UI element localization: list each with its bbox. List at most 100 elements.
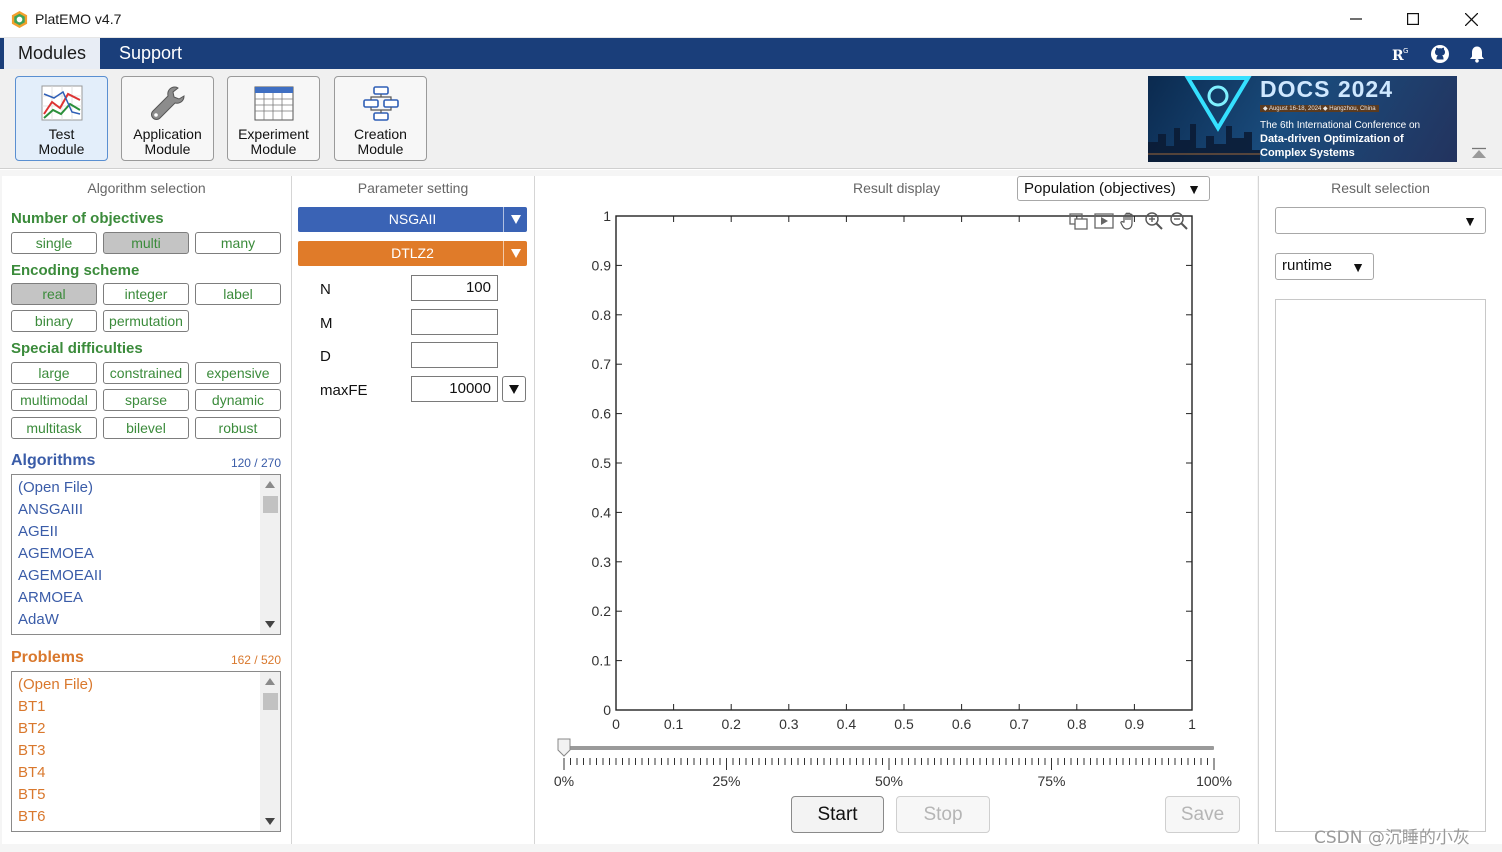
problems-list[interactable]: (Open File) BT1 BT2 BT3 BT4 BT5 BT6 (11, 671, 281, 832)
scrollbar-thumb[interactable] (263, 496, 278, 513)
tag-multitask[interactable]: multitask (11, 417, 97, 439)
tag-many[interactable]: many (195, 232, 281, 254)
zoom-in-icon[interactable] (1143, 211, 1165, 231)
play-figure-icon[interactable] (1093, 211, 1115, 231)
slider-handle[interactable] (557, 738, 571, 757)
menu-modules[interactable]: Modules (4, 38, 100, 69)
researchgate-button[interactable]: RG (1388, 42, 1414, 65)
menu-bar: Modules Support RG (0, 38, 1502, 69)
metric-result-area[interactable] (1275, 299, 1486, 832)
x-tick-label: 0.1 (664, 716, 684, 732)
test-module-button[interactable]: Test Module (15, 76, 108, 161)
minimize-button[interactable] (1327, 0, 1385, 38)
x-tick-label: 1 (1188, 716, 1196, 732)
x-tick-label: 0 (612, 716, 620, 732)
metric-dropdown[interactable]: runtime ▼ (1275, 253, 1374, 280)
scroll-up-arrow-icon[interactable] (265, 678, 275, 685)
list-item[interactable]: AGEII (18, 523, 58, 540)
scroll-up-arrow-icon[interactable] (265, 481, 275, 488)
tag-multi[interactable]: multi (103, 232, 189, 254)
list-item[interactable]: BT4 (18, 764, 46, 781)
experiment-module-label: Experiment Module (238, 126, 309, 157)
tag-binary[interactable]: binary (11, 310, 97, 332)
chevron-down-icon: ▼ (1351, 259, 1365, 275)
test-module-label: Test Module (38, 126, 85, 157)
tag-expensive[interactable]: expensive (195, 362, 281, 384)
parameter-setting-title: Parameter setting (357, 180, 469, 196)
tag-robust[interactable]: robust (195, 417, 281, 439)
zoom-out-icon[interactable] (1168, 211, 1190, 231)
algorithms-scrollbar[interactable] (260, 475, 280, 634)
result-plot[interactable]: 0 0.1 0.2 0.3 0.4 0.5 0.6 0.7 0.8 0.9 1 0 0.1 0.2 0.3… (535, 190, 1257, 800)
algorithm-dropdown[interactable]: NSGAII (298, 207, 527, 232)
result-dropdown[interactable]: ▼ (1275, 207, 1486, 234)
experiment-module-button[interactable]: Experiment Module (227, 76, 320, 161)
tag-real[interactable]: real (11, 283, 97, 305)
tag-permutation[interactable]: permutation (103, 310, 189, 332)
slider-track[interactable] (564, 746, 1214, 750)
objectives-title: Number of objectives (11, 210, 164, 227)
tag-bilevel[interactable]: bilevel (103, 417, 189, 439)
scroll-down-arrow-icon[interactable] (265, 818, 275, 825)
list-item[interactable]: AGEMOEAII (18, 567, 102, 584)
list-item[interactable]: BT3 (18, 742, 46, 759)
close-button[interactable] (1442, 0, 1500, 38)
list-item[interactable]: (Open File) (18, 479, 93, 496)
creation-module-label: Creation Module (354, 126, 407, 157)
pan-hand-icon[interactable] (1118, 211, 1140, 231)
maxfe-dropdown-button[interactable] (502, 376, 526, 402)
notification-button[interactable] (1464, 42, 1490, 65)
list-item[interactable]: BT2 (18, 720, 46, 737)
scrollbar-thumb[interactable] (263, 693, 278, 710)
conference-banner[interactable]: DOCS 2024 ◆ August 16-18, 2024 ◆ Hangzho… (1148, 76, 1457, 162)
list-item[interactable]: AGEMOEA (18, 545, 94, 562)
x-tick-label: 0.4 (837, 716, 857, 732)
algorithms-list[interactable]: (Open File) ANSGAIII AGEII AGEMOEA AGEMO… (11, 474, 281, 635)
tag-integer[interactable]: integer (103, 283, 189, 305)
problem-dropdown[interactable]: DTLZ2 (298, 241, 527, 266)
menu-support[interactable]: Support (105, 38, 196, 69)
list-item[interactable]: AdaW (18, 611, 59, 628)
chevron-down-icon[interactable] (503, 241, 527, 266)
result-selection-panel: Result selection ▼ runtime ▼ (1259, 176, 1502, 844)
tag-label[interactable]: label (195, 283, 281, 305)
chevron-down-icon[interactable] (503, 207, 527, 232)
flowchart-icon (362, 86, 399, 121)
maximize-button[interactable] (1384, 0, 1442, 38)
list-item[interactable]: BT1 (18, 698, 46, 715)
tag-large[interactable]: large (11, 362, 97, 384)
list-item[interactable]: BT5 (18, 786, 46, 803)
list-item[interactable]: BT6 (18, 808, 46, 825)
banner-line1: The 6th International Conference on (1260, 120, 1421, 131)
tag-single[interactable]: single (11, 232, 97, 254)
param-input-maxfe[interactable]: 10000 (411, 376, 498, 402)
start-button[interactable]: Start (791, 796, 884, 833)
collapse-up-icon (1472, 147, 1486, 158)
tag-constrained[interactable]: constrained (103, 362, 189, 384)
metric-dropdown-value: runtime (1282, 257, 1333, 274)
param-input-m[interactable] (411, 309, 498, 335)
application-module-button[interactable]: Application Module (121, 76, 214, 161)
problems-scrollbar[interactable] (260, 672, 280, 831)
github-button[interactable] (1427, 42, 1453, 65)
chevron-down-icon (509, 384, 519, 394)
stop-button[interactable]: Stop (896, 796, 990, 833)
collapse-toolbar-button[interactable] (1471, 147, 1487, 162)
param-input-d[interactable] (411, 342, 498, 368)
param-input-n[interactable]: 100 (411, 275, 498, 301)
save-button[interactable]: Save (1165, 796, 1240, 833)
export-icon[interactable] (1068, 211, 1090, 231)
progress-slider[interactable]: 0% 25% 50% 75% 100% (554, 738, 1232, 789)
y-tick-label: 0.6 (592, 406, 612, 422)
x-tick-label: 0.2 (721, 716, 741, 732)
list-item[interactable]: ARMOEA (18, 589, 83, 606)
plot-axes (615, 215, 1193, 711)
list-item[interactable]: ANSGAIII (18, 501, 83, 518)
list-item[interactable]: (Open File) (18, 676, 93, 693)
tag-multimodal[interactable]: multimodal (11, 389, 97, 411)
scroll-down-arrow-icon[interactable] (265, 621, 275, 628)
platemo-logo-icon (11, 10, 28, 29)
tag-sparse[interactable]: sparse (103, 389, 189, 411)
tag-dynamic[interactable]: dynamic (195, 389, 281, 411)
creation-module-button[interactable]: Creation Module (334, 76, 427, 161)
